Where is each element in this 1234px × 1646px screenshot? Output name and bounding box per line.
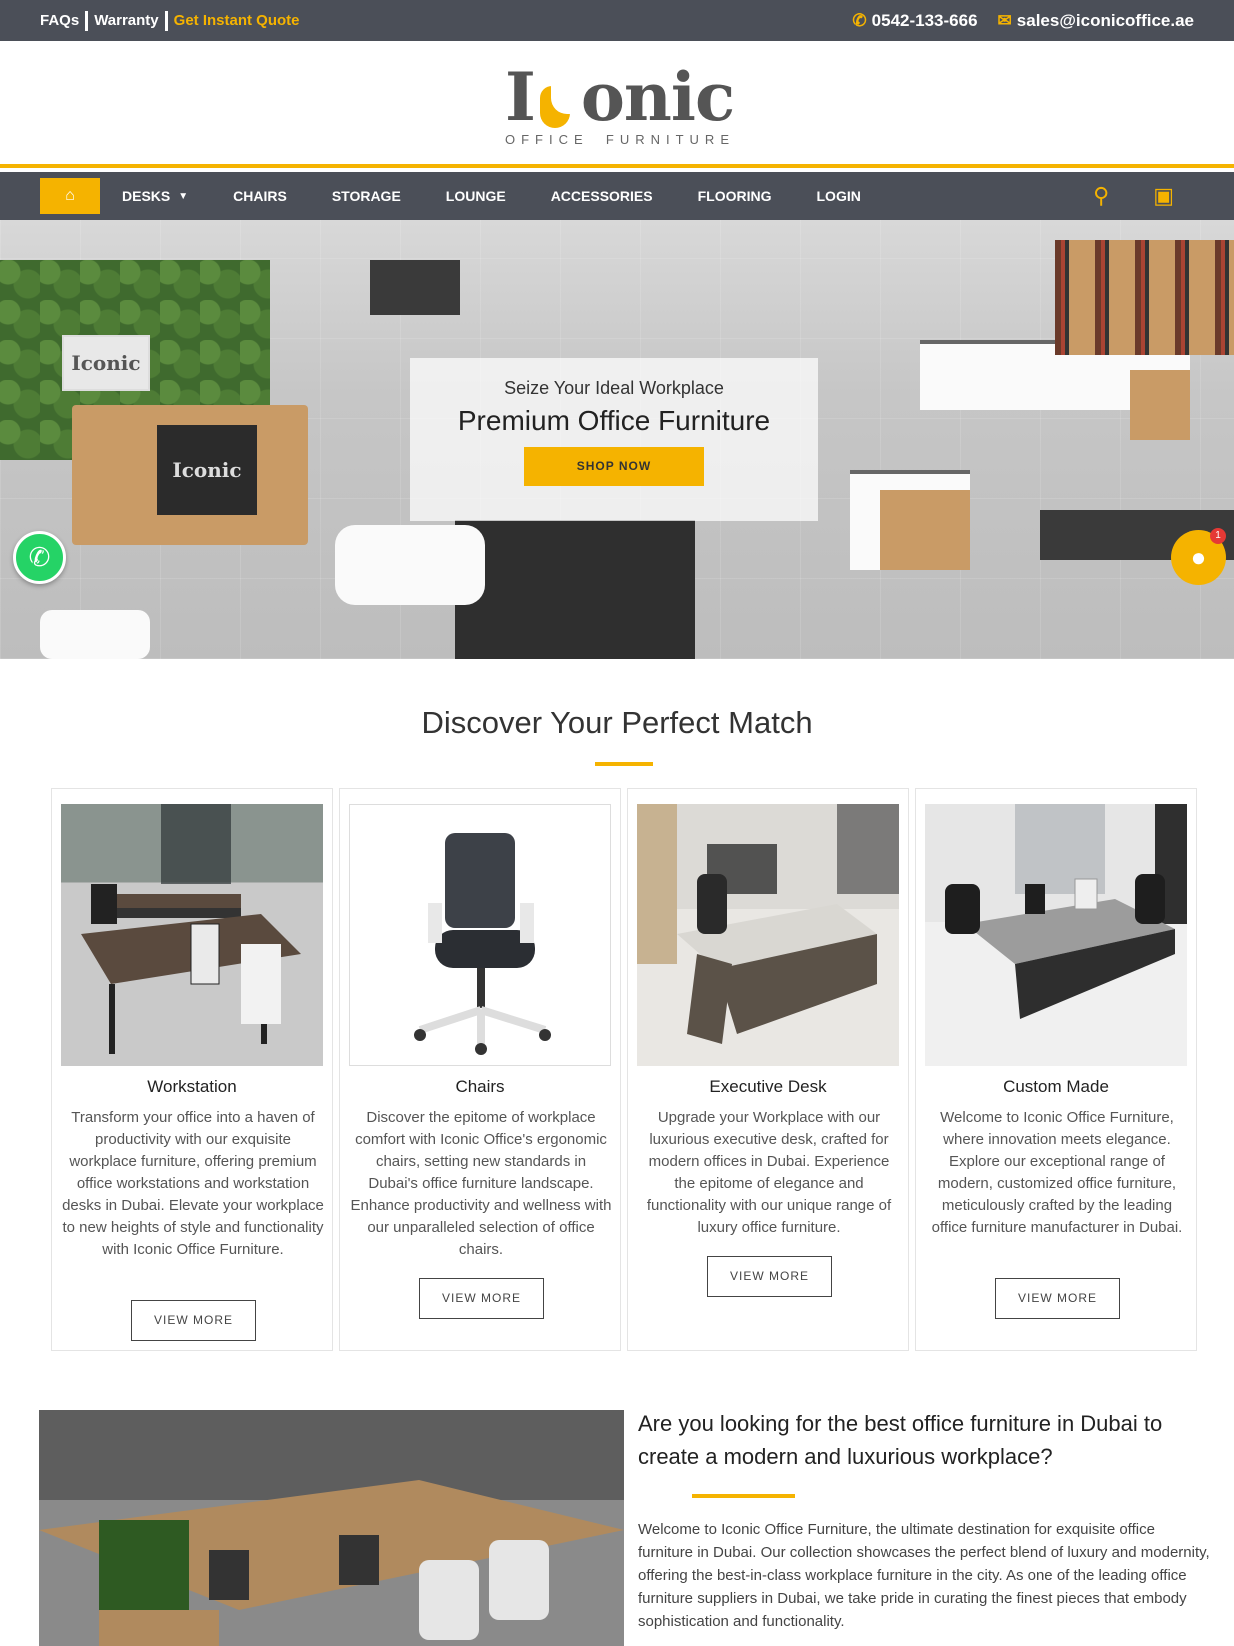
whatsapp-icon: ✆	[28, 542, 51, 572]
hero-kicker: Seize Your Ideal Workplace	[504, 378, 724, 398]
card-description: Discover the epitome of workplace comfor…	[350, 1109, 612, 1258]
view-more-button[interactable]: VIEW MORE	[995, 1278, 1120, 1319]
get-quote-link[interactable]: Get Instant Quote	[174, 12, 300, 29]
logo-tagline-right: FURNITURE	[605, 132, 735, 147]
white-sofa	[335, 525, 485, 605]
whatsapp-button[interactable]: ✆	[13, 531, 66, 584]
caret-down-icon: ▼	[178, 190, 189, 202]
category-cards: Workstation Transform your office into a…	[51, 788, 1197, 1351]
chat-icon: ●	[1190, 542, 1207, 572]
nav-item-flooring[interactable]: FLOORING	[698, 188, 772, 204]
wood-cabinet	[880, 490, 970, 570]
category-card-chairs: Chairs Discover the epitome of workplace…	[339, 788, 621, 1351]
home-icon: ⌂	[65, 187, 75, 204]
phone-number: 0542-133-666	[871, 10, 978, 30]
divider	[164, 10, 168, 31]
logo-tagline: OFFICE FURNITURE	[505, 132, 735, 147]
nav-actions: ⚲ ▣	[1093, 183, 1194, 209]
planter-box	[455, 520, 695, 659]
warranty-link[interactable]: Warranty	[94, 12, 158, 29]
hero-overlay: Seize Your Ideal Workplace Premium Offic…	[410, 358, 818, 521]
email-link[interactable]: ✉ sales@iconicoffice.ae	[998, 11, 1194, 31]
about-heading: Are you looking for the best office furn…	[638, 1411, 1163, 1469]
about-text: Welcome to Iconic Office Furniture, the …	[638, 1521, 1210, 1630]
search-icon[interactable]: ⚲	[1093, 183, 1109, 209]
white-sofa	[40, 610, 150, 659]
hero-title: Premium Office Furniture	[457, 405, 771, 436]
home-button[interactable]: ⌂	[40, 178, 100, 214]
top-links: FAQs Warranty Get Instant Quote	[40, 10, 300, 31]
custom-made-image[interactable]	[925, 804, 1187, 1066]
executive-desk-image[interactable]	[637, 804, 899, 1066]
card-title: Chairs	[455, 1077, 505, 1096]
card-title: Workstation	[147, 1077, 237, 1096]
view-more-button[interactable]: VIEW MORE	[707, 1256, 832, 1297]
section-underline	[595, 762, 653, 766]
nav-item-desks[interactable]: DESKS ▼	[122, 188, 188, 204]
shop-now-button[interactable]: SHOP NOW	[524, 447, 704, 486]
phone-icon: ✆	[852, 10, 867, 30]
faqs-link[interactable]: FAQs	[40, 12, 79, 29]
category-card-custom-made: Custom Made Welcome to Iconic Office Fur…	[915, 788, 1197, 1351]
top-bar: FAQs Warranty Get Instant Quote ✆ 0542-1…	[0, 0, 1234, 41]
logo-wordmark: I onic	[505, 64, 735, 130]
email-address: sales@iconicoffice.ae	[1016, 10, 1194, 30]
bookshelf	[1055, 240, 1234, 355]
header-logo-area: I onic OFFICE FURNITURE	[0, 41, 1234, 168]
showroom-image	[39, 1410, 624, 1646]
hero-banner: Iconic Iconic Seize Your Ideal Workplace…	[0, 220, 1234, 659]
reception-desk: Iconic	[72, 405, 308, 545]
about-underline	[692, 1494, 795, 1498]
main-nav: ⌂ DESKS ▼ CHAIRS STORAGE LOUNGE ACCESSOR…	[0, 172, 1234, 220]
logo-letter: I	[505, 58, 536, 136]
nav-item-storage[interactable]: STORAGE	[332, 188, 401, 204]
card-description: Welcome to Iconic Office Furniture, wher…	[931, 1109, 1183, 1236]
logo-chair-icon	[537, 80, 579, 130]
nav-item-accessories[interactable]: ACCESSORIES	[551, 188, 653, 204]
phone-link[interactable]: ✆ 0542-133-666	[852, 11, 977, 31]
envelope-icon: ✉	[997, 10, 1012, 30]
view-more-button[interactable]: VIEW MORE	[131, 1300, 256, 1341]
nav-item-login[interactable]: LOGIN	[817, 188, 861, 204]
wood-cabinet	[1130, 370, 1190, 440]
shopping-bag-icon[interactable]: ▣	[1153, 183, 1174, 209]
nav-menu: DESKS ▼ CHAIRS STORAGE LOUNGE ACCESSORIE…	[122, 188, 906, 204]
wall-sign: Iconic	[62, 335, 150, 391]
notification-badge: 1	[1210, 528, 1226, 544]
tv-screen	[370, 260, 460, 315]
category-card-workstation: Workstation Transform your office into a…	[51, 788, 333, 1351]
nav-item-label: DESKS	[122, 188, 171, 204]
nav-item-lounge[interactable]: LOUNGE	[446, 188, 506, 204]
chat-button[interactable]: ● 1	[1171, 528, 1226, 585]
category-card-executive-desk: Executive Desk Upgrade your Workplace wi…	[627, 788, 909, 1351]
card-title: Executive Desk	[709, 1077, 827, 1096]
card-description: Upgrade your Workplace with our luxuriou…	[646, 1109, 892, 1236]
chair-image[interactable]	[349, 804, 611, 1066]
contact-info: ✆ 0542-133-666 ✉ sales@iconicoffice.ae	[852, 11, 1194, 31]
divider	[85, 10, 89, 31]
logo-letters: onic	[580, 58, 735, 136]
card-description: Transform your office into a haven of pr…	[62, 1109, 324, 1258]
workstation-image[interactable]	[61, 804, 323, 1066]
view-more-button[interactable]: VIEW MORE	[419, 1278, 544, 1319]
site-logo[interactable]: I onic OFFICE FURNITURE	[505, 64, 735, 159]
logo-tagline-left: OFFICE	[505, 132, 589, 147]
section-title: Discover Your Perfect Match	[421, 705, 813, 740]
nav-item-chairs[interactable]: CHAIRS	[233, 188, 287, 204]
card-title: Custom Made	[1003, 1077, 1109, 1096]
reception-logo: Iconic	[157, 425, 257, 515]
